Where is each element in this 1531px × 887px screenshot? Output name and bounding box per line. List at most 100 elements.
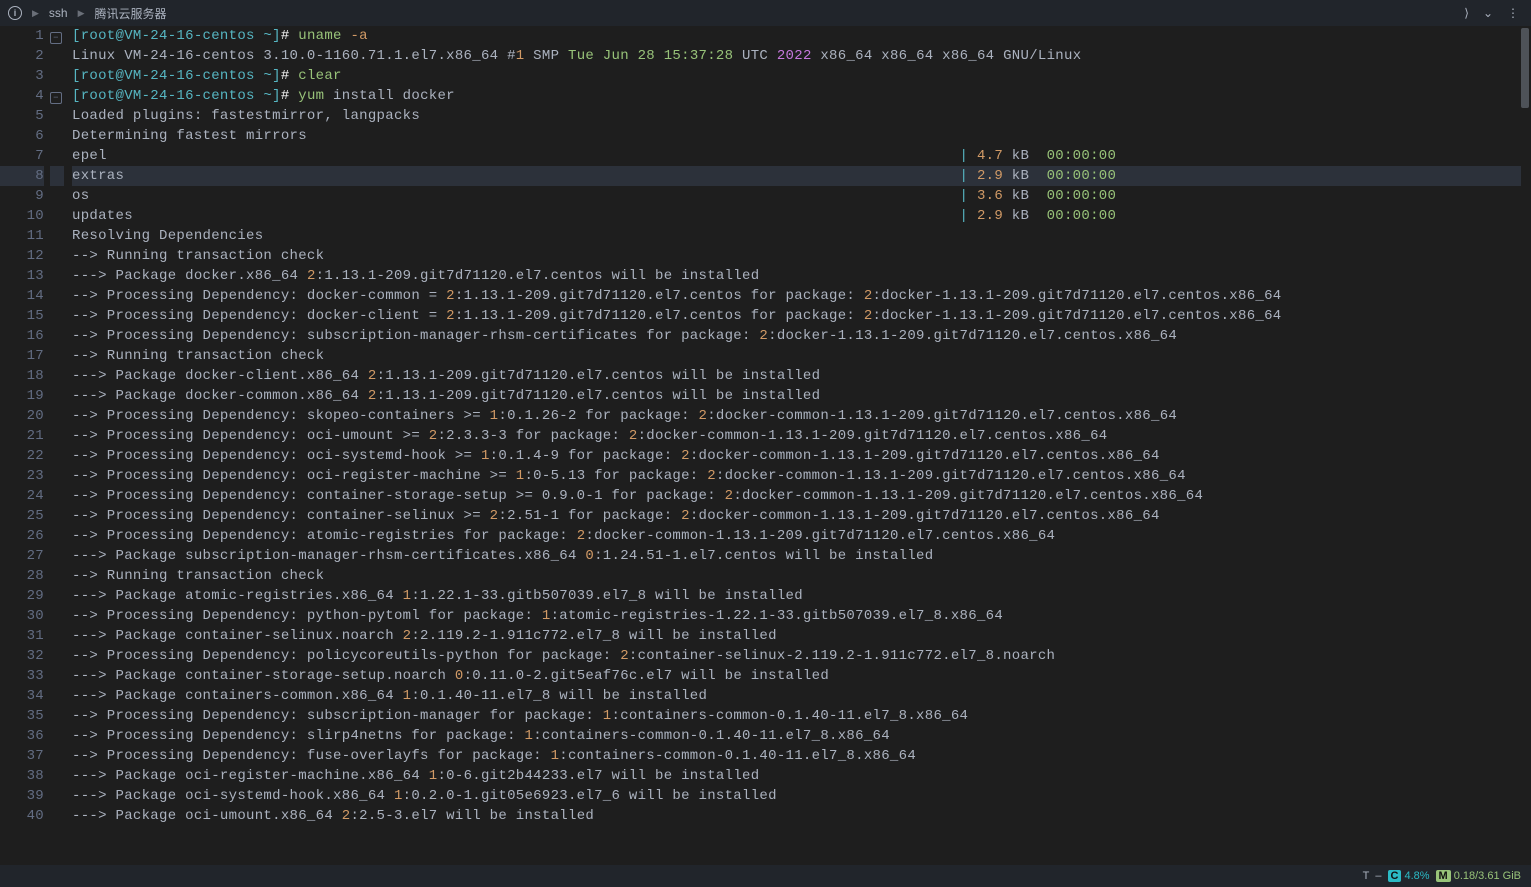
line-number: 19 — [0, 386, 44, 406]
terminal-line: --> Processing Dependency: python-pytoml… — [72, 606, 1521, 626]
terminal-line: --> Processing Dependency: oci-umount >=… — [72, 426, 1521, 446]
line-number: 20 — [0, 406, 44, 426]
terminal-indicator[interactable]: T — [1363, 870, 1370, 882]
chevron-down-icon[interactable]: ⌄ — [1479, 4, 1497, 22]
fold-gutter: −− — [50, 26, 64, 865]
terminal-line: Determining fastest mirrors — [72, 126, 1521, 146]
line-number: 21 — [0, 426, 44, 446]
fold-cell — [50, 726, 64, 746]
fold-cell — [50, 746, 64, 766]
terminal-editor[interactable]: 1234567891011121314151617181920212223242… — [0, 26, 1531, 865]
fold-cell — [50, 506, 64, 526]
fold-cell — [50, 46, 64, 66]
terminal-line: --> Processing Dependency: docker-common… — [72, 286, 1521, 306]
fold-cell — [50, 246, 64, 266]
line-number: 1 — [0, 26, 44, 46]
fold-cell — [50, 406, 64, 426]
line-number: 7 — [0, 146, 44, 166]
terminal-line: ---> Package container-storage-setup.noa… — [72, 666, 1521, 686]
top-bar: i ▶ ssh ▶ 腾讯云服务器 ⟩ ⌄ ⋮ — [0, 0, 1531, 26]
dropdown-chevron-icon[interactable]: ⟩ — [1460, 4, 1473, 22]
line-number: 28 — [0, 566, 44, 586]
breadcrumb-host[interactable]: 腾讯云服务器 — [95, 5, 167, 22]
terminal-line: ---> Package oci-register-machine.x86_64… — [72, 766, 1521, 786]
line-number: 40 — [0, 806, 44, 826]
line-number: 38 — [0, 766, 44, 786]
fold-cell — [50, 66, 64, 86]
fold-cell — [50, 566, 64, 586]
line-number: 26 — [0, 526, 44, 546]
line-number: 37 — [0, 746, 44, 766]
status-separator: – — [1375, 870, 1381, 882]
line-number: 9 — [0, 186, 44, 206]
fold-marker-icon[interactable]: − — [50, 92, 62, 104]
line-number: 36 — [0, 726, 44, 746]
line-number: 15 — [0, 306, 44, 326]
terminal-line: --> Processing Dependency: container-sel… — [72, 506, 1521, 526]
terminal-content[interactable]: [root@VM-24-16-centos ~]# uname -aLinux … — [64, 26, 1521, 865]
fold-cell — [50, 586, 64, 606]
kebab-menu-icon[interactable]: ⋮ — [1503, 4, 1523, 22]
terminal-line: [root@VM-24-16-centos ~]# yum install do… — [72, 86, 1521, 106]
line-number: 34 — [0, 686, 44, 706]
line-number: 35 — [0, 706, 44, 726]
mem-badge-icon: M — [1436, 870, 1451, 882]
terminal-line: ---> Package docker-client.x86_64 2:1.13… — [72, 366, 1521, 386]
info-icon[interactable]: i — [8, 6, 22, 20]
fold-cell — [50, 386, 64, 406]
fold-cell — [50, 606, 64, 626]
line-number: 31 — [0, 626, 44, 646]
line-number: 25 — [0, 506, 44, 526]
terminal-line: --> Running transaction check — [72, 246, 1521, 266]
terminal-line: ---> Package docker.x86_64 2:1.13.1-209.… — [72, 266, 1521, 286]
fold-cell — [50, 786, 64, 806]
terminal-line: --> Processing Dependency: oci-register-… — [72, 466, 1521, 486]
fold-cell — [50, 306, 64, 326]
fold-cell — [50, 486, 64, 506]
minimap-scrollbar[interactable] — [1521, 26, 1531, 865]
line-number: 27 — [0, 546, 44, 566]
terminal-line: --> Processing Dependency: fuse-overlayf… — [72, 746, 1521, 766]
fold-marker-icon[interactable]: − — [50, 32, 62, 44]
terminal-line: ---> Package atomic-registries.x86_64 1:… — [72, 586, 1521, 606]
line-number: 12 — [0, 246, 44, 266]
line-number: 17 — [0, 346, 44, 366]
terminal-line: ---> Package docker-common.x86_64 2:1.13… — [72, 386, 1521, 406]
fold-cell — [50, 446, 64, 466]
line-number: 13 — [0, 266, 44, 286]
line-number: 33 — [0, 666, 44, 686]
memory-usage: M 0.18/3.61 GiB — [1436, 870, 1521, 882]
terminal-line: Linux VM-24-16-centos 3.10.0-1160.71.1.e… — [72, 46, 1521, 66]
fold-cell — [50, 166, 64, 186]
terminal-line: --> Running transaction check — [72, 566, 1521, 586]
fold-cell — [50, 646, 64, 666]
line-number: 39 — [0, 786, 44, 806]
terminal-line: --> Processing Dependency: subscription-… — [72, 326, 1521, 346]
terminal-line: --> Processing Dependency: container-sto… — [72, 486, 1521, 506]
fold-cell — [50, 326, 64, 346]
fold-cell: − — [50, 86, 64, 106]
cpu-badge-icon: C — [1388, 870, 1402, 882]
fold-cell — [50, 186, 64, 206]
terminal-line: --> Running transaction check — [72, 346, 1521, 366]
breadcrumb-ssh[interactable]: ssh — [49, 6, 68, 20]
fold-cell — [50, 766, 64, 786]
minimap-handle[interactable] — [1521, 28, 1529, 108]
terminal-line: [root@VM-24-16-centos ~]# uname -a — [72, 26, 1521, 46]
line-number: 2 — [0, 46, 44, 66]
terminal-line: --> Processing Dependency: subscription-… — [72, 706, 1521, 726]
line-number: 5 — [0, 106, 44, 126]
fold-cell — [50, 706, 64, 726]
breadcrumb-separator-icon: ▶ — [32, 8, 39, 19]
terminal-line: Loaded plugins: fastestmirror, langpacks — [72, 106, 1521, 126]
terminal-line: --> Processing Dependency: policycoreuti… — [72, 646, 1521, 666]
fold-cell — [50, 266, 64, 286]
terminal-line: epel | 4.7 kB 00:00:00 — [72, 146, 1521, 166]
line-number: 22 — [0, 446, 44, 466]
terminal-line: --> Processing Dependency: docker-client… — [72, 306, 1521, 326]
fold-cell — [50, 466, 64, 486]
terminal-line: Resolving Dependencies — [72, 226, 1521, 246]
terminal-line: --> Processing Dependency: skopeo-contai… — [72, 406, 1521, 426]
terminal-line: ---> Package oci-systemd-hook.x86_64 1:0… — [72, 786, 1521, 806]
line-number: 30 — [0, 606, 44, 626]
